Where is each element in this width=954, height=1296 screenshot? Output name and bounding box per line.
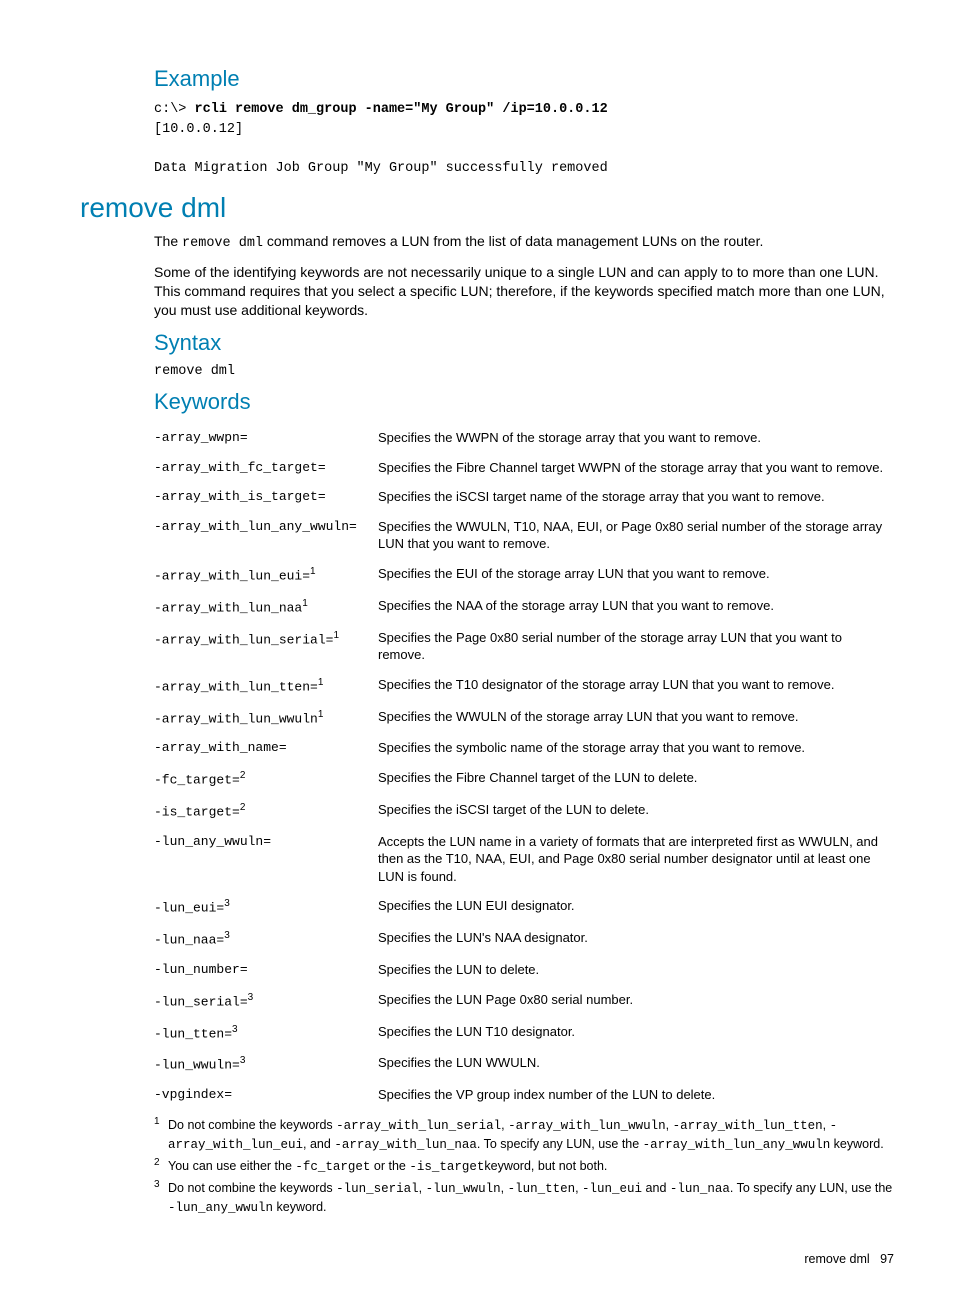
- keyword-footnote-ref: 2: [240, 770, 246, 781]
- keyword-name: -lun_number=: [154, 955, 378, 985]
- intro-cmd: remove dml: [182, 236, 263, 251]
- keyword-row: -array_with_lun_eui=1Specifies the EUI o…: [154, 559, 894, 591]
- keyword-description: Specifies the LUN WWULN.: [378, 1048, 894, 1080]
- keyword-row: -lun_tten=3Specifies the LUN T10 designa…: [154, 1017, 894, 1049]
- keyword-footnote-ref: 2: [240, 802, 246, 813]
- keyword-footnote-ref: 3: [248, 992, 254, 1003]
- intro-paragraph: The remove dml command removes a LUN fro…: [154, 232, 894, 253]
- footer-page: 97: [880, 1252, 894, 1266]
- keyword-name: -lun_eui=3: [154, 891, 378, 923]
- keyword-row: -lun_number=Specifies the LUN to delete.: [154, 955, 894, 985]
- keyword-description: Accepts the LUN name in a variety of for…: [378, 827, 894, 892]
- keyword-footnote-ref: 1: [310, 566, 316, 577]
- page-footer: remove dml 97: [80, 1252, 894, 1266]
- keyword-row: -lun_naa=3Specifies the LUN's NAA design…: [154, 923, 894, 955]
- keyword-description: Specifies the iSCSI target of the LUN to…: [378, 795, 894, 827]
- footnote-2: 2 You can use either the -fc_target or t…: [154, 1157, 894, 1176]
- keyword-description: Specifies the LUN's NAA designator.: [378, 923, 894, 955]
- keyword-description: Specifies the NAA of the storage array L…: [378, 591, 894, 623]
- keyword-row: -lun_eui=3Specifies the LUN EUI designat…: [154, 891, 894, 923]
- keyword-name: -array_with_lun_eui=1: [154, 559, 378, 591]
- keyword-row: -vpgindex=Specifies the VP group index n…: [154, 1080, 894, 1110]
- keyword-footnote-ref: 1: [318, 677, 324, 688]
- keyword-row: -array_with_lun_wwuln1Specifies the WWUL…: [154, 702, 894, 734]
- example-output-0: [10.0.0.12]: [154, 122, 243, 137]
- keyword-description: Specifies the symbolic name of the stora…: [378, 733, 894, 763]
- example-heading: Example: [154, 66, 894, 92]
- keyword-footnote-ref: 3: [232, 1024, 238, 1035]
- keyword-row: -array_with_lun_any_wwuln=Specifies the …: [154, 512, 894, 559]
- footnotes: 1 Do not combine the keywords -array_wit…: [154, 1116, 894, 1218]
- syntax-heading: Syntax: [154, 330, 894, 356]
- keyword-row: -array_with_name=Specifies the symbolic …: [154, 733, 894, 763]
- keyword-footnote-ref: 1: [302, 598, 308, 609]
- keyword-row: -fc_target=2Specifies the Fibre Channel …: [154, 763, 894, 795]
- keyword-description: Specifies the LUN to delete.: [378, 955, 894, 985]
- keyword-row: -array_with_lun_naa1Specifies the NAA of…: [154, 591, 894, 623]
- keyword-row: -array_with_lun_tten=1Specifies the T10 …: [154, 670, 894, 702]
- keyword-name: -lun_naa=3: [154, 923, 378, 955]
- keyword-row: -lun_serial=3Specifies the LUN Page 0x80…: [154, 985, 894, 1017]
- example-prompt: c:\>: [154, 102, 195, 117]
- keyword-name: -array_with_lun_serial=1: [154, 623, 378, 670]
- keyword-footnote-ref: 1: [333, 630, 339, 641]
- keyword-footnote-ref: 3: [224, 930, 230, 941]
- keyword-name: -array_with_is_target=: [154, 482, 378, 512]
- keyword-description: Specifies the WWULN of the storage array…: [378, 702, 894, 734]
- keyword-name: -is_target=2: [154, 795, 378, 827]
- keyword-row: -array_with_lun_serial=1Specifies the Pa…: [154, 623, 894, 670]
- keyword-name: -lun_wwuln=3: [154, 1048, 378, 1080]
- keyword-name: -lun_any_wwuln=: [154, 827, 378, 892]
- keyword-name: -array_wwpn=: [154, 423, 378, 453]
- keyword-row: -array_wwpn=Specifies the WWPN of the st…: [154, 423, 894, 453]
- footnote-1: 1 Do not combine the keywords -array_wit…: [154, 1116, 894, 1154]
- keyword-footnote-ref: 3: [224, 898, 230, 909]
- keyword-row: -array_with_is_target=Specifies the iSCS…: [154, 482, 894, 512]
- keyword-description: Specifies the Fibre Channel target WWPN …: [378, 453, 894, 483]
- keyword-footnote-ref: 1: [318, 709, 324, 720]
- example-command: rcli remove dm_group -name="My Group" /i…: [195, 102, 608, 117]
- keyword-name: -array_with_lun_any_wwuln=: [154, 512, 378, 559]
- keyword-description: Specifies the Fibre Channel target of th…: [378, 763, 894, 795]
- keyword-name: -array_with_fc_target=: [154, 453, 378, 483]
- footer-label: remove dml: [804, 1252, 869, 1266]
- section-title: remove dml: [80, 192, 894, 224]
- keywords-table: -array_wwpn=Specifies the WWPN of the st…: [154, 423, 894, 1110]
- keyword-description: Specifies the LUN T10 designator.: [378, 1017, 894, 1049]
- keyword-description: Specifies the LUN Page 0x80 serial numbe…: [378, 985, 894, 1017]
- keyword-description: Specifies the iSCSI target name of the s…: [378, 482, 894, 512]
- keyword-name: -vpgindex=: [154, 1080, 378, 1110]
- keyword-name: -lun_tten=3: [154, 1017, 378, 1049]
- keyword-description: Specifies the VP group index number of t…: [378, 1080, 894, 1110]
- syntax-text: remove dml: [154, 364, 894, 379]
- keyword-row: -array_with_fc_target=Specifies the Fibr…: [154, 453, 894, 483]
- keyword-description: Specifies the Page 0x80 serial number of…: [378, 623, 894, 670]
- keyword-name: -array_with_name=: [154, 733, 378, 763]
- keyword-name: -array_with_lun_wwuln1: [154, 702, 378, 734]
- keyword-name: -array_with_lun_naa1: [154, 591, 378, 623]
- keyword-description: Specifies the T10 designator of the stor…: [378, 670, 894, 702]
- keyword-description: Specifies the EUI of the storage array L…: [378, 559, 894, 591]
- keyword-row: -lun_any_wwuln=Accepts the LUN name in a…: [154, 827, 894, 892]
- keyword-name: -lun_serial=3: [154, 985, 378, 1017]
- keyword-row: -is_target=2Specifies the iSCSI target o…: [154, 795, 894, 827]
- intro-paragraph-2: Some of the identifying keywords are not…: [154, 263, 894, 320]
- keyword-description: Specifies the WWPN of the storage array …: [378, 423, 894, 453]
- example-codeblock: c:\> rcli remove dm_group -name="My Grou…: [154, 100, 894, 178]
- keyword-description: Specifies the WWULN, T10, NAA, EUI, or P…: [378, 512, 894, 559]
- keyword-footnote-ref: 3: [240, 1055, 246, 1066]
- keyword-row: -lun_wwuln=3Specifies the LUN WWULN.: [154, 1048, 894, 1080]
- keyword-description: Specifies the LUN EUI designator.: [378, 891, 894, 923]
- example-output-2: Data Migration Job Group "My Group" succ…: [154, 161, 608, 176]
- keyword-name: -fc_target=2: [154, 763, 378, 795]
- keyword-name: -array_with_lun_tten=1: [154, 670, 378, 702]
- footnote-3: 3 Do not combine the keywords -lun_seria…: [154, 1179, 894, 1217]
- keywords-heading: Keywords: [154, 389, 894, 415]
